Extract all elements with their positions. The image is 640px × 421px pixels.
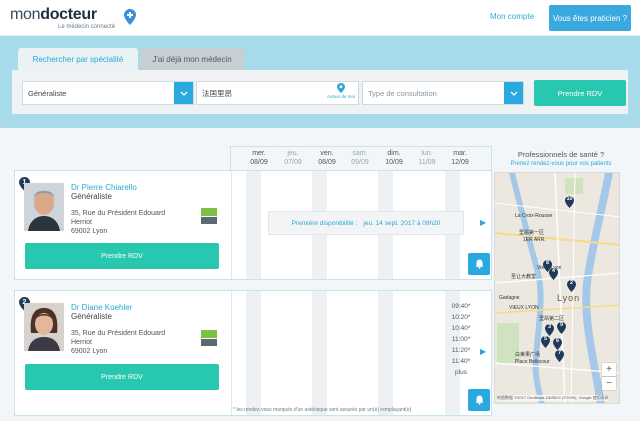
location-input[interactable]: 法国里昂 Autour de moi [196, 81, 359, 105]
alert-bell-button[interactable] [468, 389, 490, 411]
map-label: 白莱果广场 [515, 352, 541, 358]
time-slot[interactable]: 11:40* [446, 358, 476, 365]
convention-badge-icon [201, 208, 217, 224]
doctor-address-line: Herriot [71, 339, 93, 346]
map-marker-pin[interactable]: 10 [565, 195, 574, 208]
next-week-arrow-icon[interactable]: ▶ [480, 347, 486, 356]
availability-grid: Première disponibilité : jeu. 14 sept. 2… [231, 171, 491, 279]
more-slots-link[interactable]: plus [446, 369, 476, 376]
consultation-dropdown-button[interactable] [504, 82, 523, 104]
first-availability-button[interactable]: Première disponibilité : jeu. 14 sept. 2… [268, 211, 464, 235]
specialty-dropdown-button[interactable] [174, 82, 193, 104]
specialty-select[interactable]: Généraliste [22, 81, 194, 105]
doctor-address-line: 35, Rue du Président Edouard [71, 210, 166, 217]
map-marker-pin[interactable]: 7 [555, 349, 564, 362]
logo-pin-icon [124, 9, 136, 25]
search-band: Rechercher par spécialité J'ai déjà mon … [0, 36, 640, 128]
next-week-arrow-icon[interactable]: ▶ [480, 218, 486, 227]
map-marker-pin[interactable]: 4 [549, 267, 558, 280]
doctor-address-line: Herriot [71, 219, 93, 226]
map-zoom-in-button[interactable]: + [602, 363, 616, 376]
tab-already-have-doctor[interactable]: J'ai déjà mon médecin [140, 48, 244, 70]
day-column [246, 291, 261, 415]
vous-etes-praticien-button[interactable]: Vous êtes praticien ? [549, 5, 631, 31]
convention-badge-icon [201, 330, 217, 346]
time-slot[interactable]: 11:20* [446, 347, 476, 354]
day-column-header: ven. 08/09 [318, 150, 336, 166]
time-slot[interactable]: 10:40* [446, 325, 476, 332]
day-column [312, 291, 327, 415]
map-zoom-out-button[interactable]: − [602, 377, 616, 390]
chevron-down-icon [180, 91, 187, 96]
day-column-header: mer. 08/09 [250, 150, 268, 166]
location-pin-icon [337, 83, 345, 93]
first-availability-date: jeu. 14 sept. 2017 à 09h20 [363, 219, 441, 227]
map-copyright: 地图数据 ©2017 GeoBasis-DE/BKG (©2009), Goog… [497, 395, 609, 401]
logo-tagline: Le médecin connecté [58, 24, 116, 30]
map-label: Gadagne [499, 295, 520, 301]
doctor-portrait-female [24, 303, 64, 351]
consultation-type-select[interactable]: Type de consultation [362, 81, 524, 105]
day-column-header: mar. 12/09 [451, 150, 469, 166]
map-label: 里昂第一区 [519, 230, 545, 236]
map-label: 1ER ARR. [523, 237, 546, 243]
time-slot[interactable]: 11:00* [446, 336, 476, 343]
map-marker-pin[interactable]: 2 [567, 279, 576, 292]
day-column-header: sam. 09/09 [351, 150, 369, 166]
pro-sidebar-link[interactable]: Prenez rendez-vous pour vos patients [494, 161, 628, 167]
doctor-card: 2 Dr Diane Koehler Généraliste 35, Rue d… [14, 290, 492, 416]
tab-search-by-specialty[interactable]: Rechercher par spécialité [18, 48, 138, 70]
doctor-photo[interactable] [24, 303, 64, 351]
pro-sidebar-title: Professionnels de santé ? [517, 150, 605, 159]
bell-icon [475, 395, 483, 405]
doctor-prendre-rdv-button[interactable]: Prendre RDV [25, 364, 219, 390]
map-label: VIEUX LYON [509, 305, 539, 311]
map-marker-pin[interactable]: 6 [553, 337, 562, 350]
specialty-value: Généraliste [28, 88, 67, 98]
doctor-address-line: 69002 Lyon [71, 348, 108, 355]
first-availability-label: Première disponibilité : [291, 219, 358, 227]
doctor-specialty: Généraliste [71, 192, 112, 201]
autour-de-moi-button[interactable]: Autour de moi [326, 83, 356, 100]
bell-icon [475, 259, 483, 269]
doctor-photo[interactable] [24, 183, 64, 231]
doctor-name-link[interactable]: Dr Pierre Chiarello [71, 183, 137, 192]
map-view[interactable]: La Croix-Rousse 里昂第一区 1ER ARR. 圣让大教堂 Vie… [494, 172, 620, 404]
calendar-day-header: mer. 08/09 jeu. 07/09 ven. 08/09 sam. 09/09 … [230, 146, 492, 170]
location-value: 法国里昂 [202, 88, 232, 98]
doctor-portrait-male [24, 183, 64, 231]
map-label: La Croix-Rousse [515, 213, 553, 219]
search-prendre-rdv-button[interactable]: Prendre RDV [534, 80, 626, 106]
doctor-prendre-rdv-button[interactable]: Prendre RDV [25, 243, 219, 269]
map-label: Place Bellecour [515, 359, 550, 365]
availability-grid: 09:40* 10:20* 10:40* 11:00* 11:20* 11:40… [231, 291, 491, 415]
day-column [378, 291, 393, 415]
doctor-specialty: Généraliste [71, 312, 112, 321]
day-column [246, 171, 261, 279]
day-column-header: dim. 10/09 [385, 150, 403, 166]
day-column-header: jeu. 07/09 [284, 150, 302, 166]
mondocteur-logo[interactable]: mondocteur Le médecin connecté [10, 6, 136, 30]
search-form: Généraliste 法国里昂 Autour de moi Type de c… [12, 70, 628, 114]
map-marker-pin[interactable]: 3 [545, 323, 554, 336]
map-marker-pin[interactable]: 5 [541, 335, 550, 348]
alert-bell-button[interactable] [468, 253, 490, 275]
map-marker-pin[interactable]: 9 [557, 321, 566, 334]
time-slot[interactable]: 09:40* [446, 303, 476, 310]
map-city-label: Lyon [557, 293, 581, 303]
mon-compte-link[interactable]: Mon compte [490, 12, 534, 21]
doctor-address-line: 69002 Lyon [71, 228, 108, 235]
map-label: 圣让大教堂 [511, 274, 537, 280]
day-column-header: lun. 11/09 [418, 150, 436, 166]
autour-de-moi-label: Autour de moi [326, 93, 355, 99]
doctor-card: 1 Dr Pierre Chiarello Généraliste 35, Ru… [14, 170, 492, 280]
chevron-down-icon [510, 91, 517, 96]
time-slot[interactable]: 10:20* [446, 314, 476, 321]
top-header: mondocteur Le médecin connecté Mon compt… [0, 0, 640, 36]
doctor-address-line: 35, Rue du Président Edouard [71, 330, 166, 337]
logo-wordmark: mondocteur [10, 6, 97, 23]
doctor-name-link[interactable]: Dr Diane Koehler [71, 303, 132, 312]
substitute-footnote: * les rendez-vous marqués d'un astérisqu… [233, 407, 412, 413]
consultation-type-placeholder: Type de consultation [368, 88, 437, 98]
